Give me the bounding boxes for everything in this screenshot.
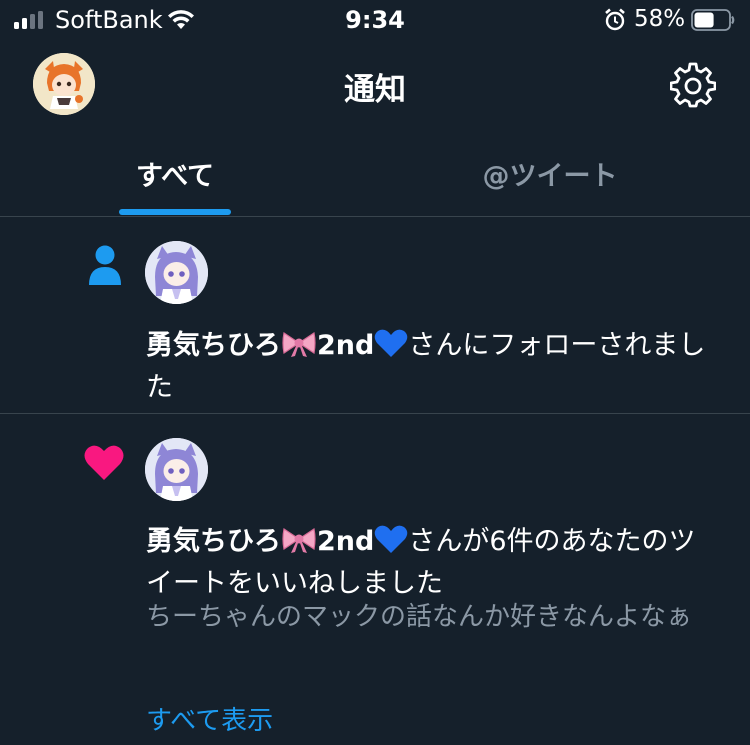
notification-text: 勇気ちひろ 2nd さんにフォローされました [146,327,716,407]
divider [0,216,750,217]
ribbon-emoji-icon [281,328,317,369]
settings-gear-icon[interactable] [670,62,716,108]
divider [0,413,750,414]
show-all-link[interactable]: すべて表示 [146,700,273,737]
tab-selected-indicator [119,209,231,215]
user-name-suffix: 2nd [317,526,375,557]
user-name-suffix: 2nd [317,330,375,361]
avatar[interactable] [145,241,208,304]
alarm-icon [605,8,625,31]
tab-all[interactable]: すべて [120,154,230,193]
avatar[interactable] [145,438,208,501]
battery-percent: 58% [634,6,686,32]
ribbon-emoji-icon [281,524,317,565]
status-bar: SoftBank 9:34 58% [0,0,750,40]
notification-text: 勇気ちひろ 2nd さんが6件のあなたのツイートをいいねしました [146,523,716,603]
user-name[interactable]: 勇気ちひろ [146,330,281,361]
tweet-preview[interactable]: ちーちゃんのマックの話なんか好きなんよなぁ [146,598,716,636]
page-title: 通知 [344,72,406,108]
tab-mentions[interactable]: @ツイート [460,154,640,193]
heart-icon [84,445,124,480]
person-icon [89,245,121,285]
blue-heart-emoji-icon [374,328,408,369]
battery-icon [691,9,735,31]
user-name[interactable]: 勇気ちひろ [146,526,281,557]
blue-heart-emoji-icon [374,524,408,565]
